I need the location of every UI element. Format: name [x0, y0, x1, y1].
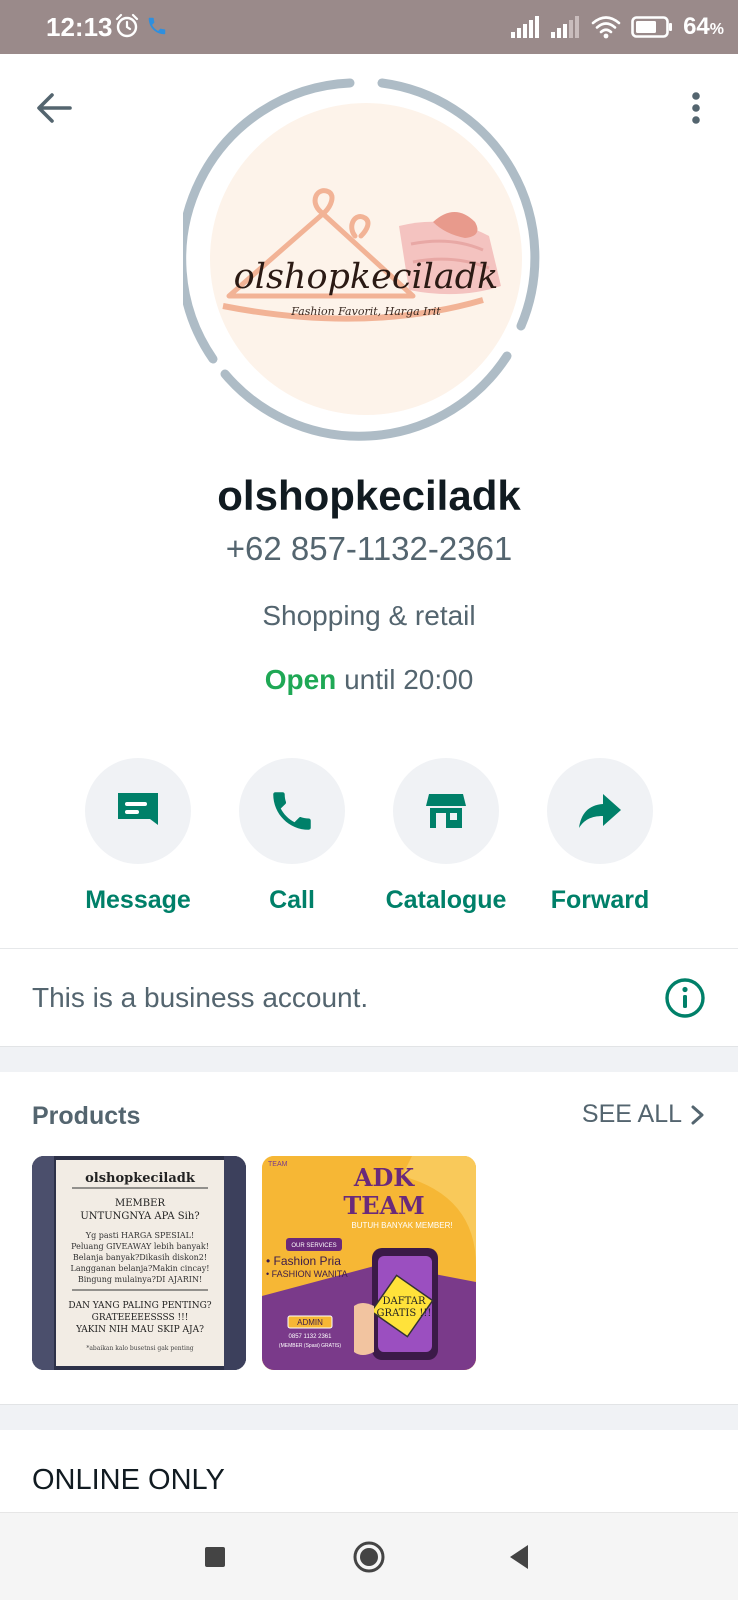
svg-text:DAFTAR: DAFTAR — [382, 1296, 426, 1307]
svg-text:OUR SERVICES: OUR SERVICES — [291, 1243, 336, 1249]
svg-text:ADMIN: ADMIN — [297, 1318, 323, 1327]
svg-text:GRATEEEEESSSS !!!: GRATEEEEESSSS !!! — [92, 1313, 189, 1323]
forward-icon — [579, 794, 621, 828]
profile-name: olshopkeciladk — [217, 472, 521, 519]
see-all-label: SEE ALL — [581, 1100, 682, 1128]
avatar-logo-text: olshopkeciladk — [234, 257, 499, 297]
phone-call-icon — [148, 17, 166, 35]
status-time: 12:13 — [46, 12, 113, 42]
svg-text:Belanja banyak?Dikasih diskon2: Belanja banyak?Dikasih diskon2! — [73, 1253, 207, 1262]
avatar-tagline: Fashion Favorit, Harga Irit — [290, 305, 441, 318]
svg-text:Yg pasti HARGA SPESIAL!: Yg pasti HARGA SPESIAL! — [85, 1231, 194, 1240]
business-account-row[interactable]: This is a business account. — [0, 949, 738, 1047]
call-label: Call — [269, 886, 315, 914]
business-hours[interactable]: Open until 20:00 — [0, 664, 738, 696]
svg-text:• FASHION WANITA: • FASHION WANITA — [266, 1269, 348, 1279]
status-right-group: 64% — [511, 10, 724, 44]
about-text: ONLINE ONLY — [32, 1464, 225, 1496]
svg-text:TEAM: TEAM — [268, 1161, 288, 1168]
forward-button[interactable]: Forward — [525, 758, 675, 915]
arrow-left-icon[interactable] — [30, 84, 78, 132]
product-thumbnail[interactable]: olshopkeciladk MEMBER UNTUNGNYA APA Sih?… — [32, 1156, 246, 1370]
status-bar: 12:13 64% — [0, 0, 738, 54]
call-button[interactable]: Call — [217, 758, 367, 915]
signal-icon — [511, 16, 540, 38]
profile-avatar[interactable]: olshopkeciladk Fashion Favorit, Harga Ir… — [183, 76, 549, 442]
svg-text:0857 1132 2361: 0857 1132 2361 — [289, 1334, 333, 1340]
svg-text:TEAM: TEAM — [343, 1191, 424, 1220]
recents-square-icon[interactable] — [193, 1535, 237, 1579]
svg-text:*abaikan kalo busetnsi gak pen: *abaikan kalo busetnsi gak penting — [86, 1345, 193, 1352]
svg-text:YAKIN NIH MAU SKIP AJA?: YAKIN NIH MAU SKIP AJA? — [75, 1325, 204, 1335]
svg-text:Bingung mulainya?DI AJARIN!: Bingung mulainya?DI AJARIN! — [78, 1275, 202, 1284]
products-section: Products SEE ALL olshopkeciladk MEMBER U… — [0, 1072, 738, 1404]
svg-text:MEMBER: MEMBER — [115, 1198, 165, 1209]
more-vertical-icon[interactable] — [672, 84, 720, 132]
alarm-icon — [115, 13, 139, 38]
catalogue-button[interactable]: Catalogue — [371, 758, 521, 915]
battery-percent: 64% — [683, 13, 724, 40]
svg-text:DAN YANG PALING PENTING?: DAN YANG PALING PENTING? — [68, 1301, 211, 1311]
action-row: Message Call Catalogue Forward — [0, 758, 738, 918]
system-nav-bar — [0, 1512, 738, 1600]
back-triangle-icon[interactable] — [498, 1535, 542, 1579]
business-account-text: This is a business account. — [32, 982, 369, 1013]
business-category: Shopping & retail — [262, 600, 476, 631]
product-thumbnail[interactable]: TEAM ADK TEAM BUTUH BANYAK MEMBER! OUR S… — [262, 1156, 476, 1370]
battery-icon — [631, 16, 673, 38]
store-icon — [426, 794, 466, 828]
phone-icon — [273, 792, 311, 830]
signal-icon — [551, 16, 580, 38]
section-separator — [0, 1046, 738, 1072]
message-button[interactable]: Message — [63, 758, 213, 915]
svg-text:ADK: ADK — [353, 1163, 415, 1192]
see-all-button[interactable]: SEE ALL — [582, 1100, 706, 1129]
message-icon — [118, 793, 158, 825]
hours-detail: until 20:00 — [344, 664, 474, 695]
catalogue-label: Catalogue — [385, 886, 507, 914]
svg-text:• Fashion Pria: • Fashion Pria — [266, 1254, 341, 1268]
home-circle-icon[interactable] — [347, 1535, 391, 1579]
wifi-icon — [591, 16, 621, 39]
svg-text:Peluang GIVEAWAY lebih banyak!: Peluang GIVEAWAY lebih banyak! — [71, 1242, 209, 1251]
svg-text:BUTUH BANYAK MEMBER!: BUTUH BANYAK MEMBER! — [351, 1221, 452, 1230]
chevron-right-icon — [691, 1105, 704, 1124]
svg-text:Langganan belanja?Makin cincay: Langganan belanja?Makin cincay! — [71, 1264, 210, 1273]
message-label: Message — [85, 886, 191, 914]
section-separator — [0, 1404, 738, 1430]
svg-text:UNTUNGNYA APA Sih?: UNTUNGNYA APA Sih? — [80, 1211, 199, 1222]
svg-text:GRATIS !!!: GRATIS !!! — [377, 1308, 432, 1319]
forward-label: Forward — [550, 886, 650, 914]
profile-phone: +62 857-1132-2361 — [225, 530, 513, 567]
hours-status: Open — [264, 664, 337, 695]
products-title: Products — [32, 1102, 141, 1130]
info-icon[interactable] — [664, 977, 706, 1019]
svg-text:(MEMBER (Spasi) GRATIS): (MEMBER (Spasi) GRATIS) — [279, 1343, 341, 1349]
product-brand: olshopkeciladk — [85, 1171, 196, 1186]
